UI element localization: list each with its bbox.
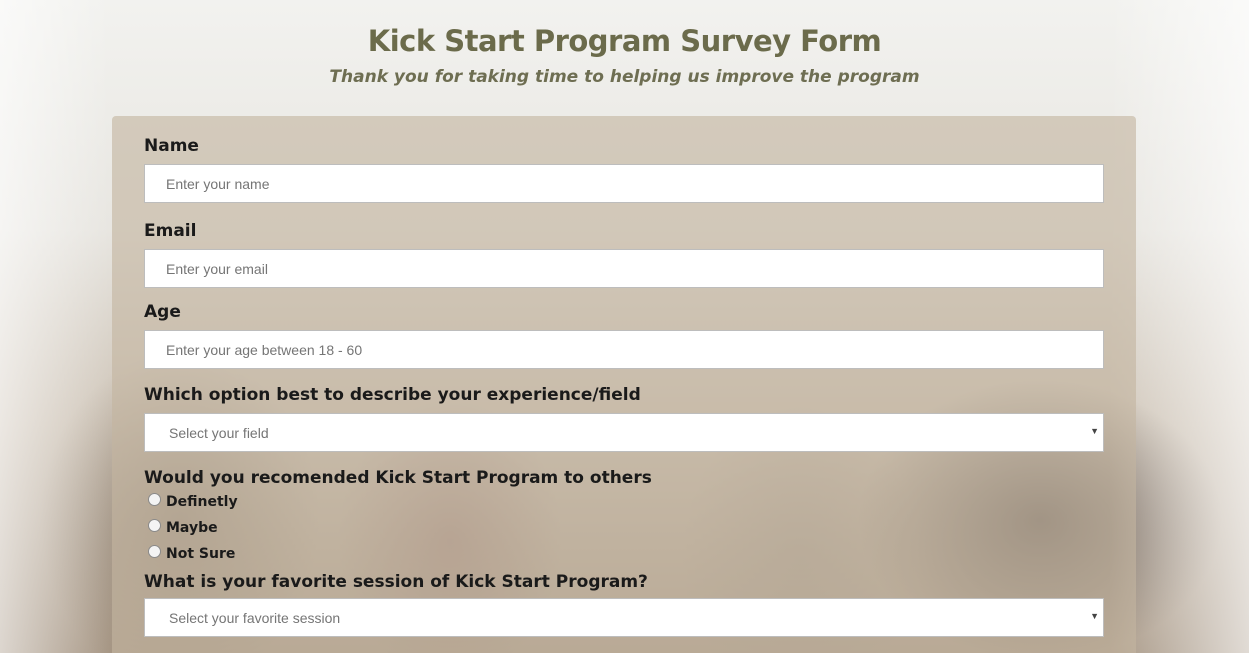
- email-label: Email: [144, 221, 197, 241]
- email-input[interactable]: [144, 249, 1104, 288]
- radio-option-not-sure[interactable]: Not Sure: [148, 544, 236, 563]
- field-label: Which option best to describe your exper…: [144, 385, 641, 405]
- session-label: What is your favorite session of Kick St…: [144, 572, 648, 592]
- radio-option-definetly[interactable]: Definetly: [148, 492, 238, 511]
- name-label: Name: [144, 136, 199, 156]
- field-select[interactable]: Select your field ▼: [144, 413, 1104, 452]
- radio-option-maybe[interactable]: Maybe: [148, 518, 218, 537]
- survey-form: Name Email Age Which option best to desc…: [112, 116, 1136, 653]
- page-title: Kick Start Program Survey Form: [367, 24, 882, 58]
- chevron-down-icon: ▼: [1090, 426, 1099, 436]
- chevron-down-icon: ▼: [1090, 611, 1099, 621]
- radio-button[interactable]: [148, 544, 161, 558]
- name-input[interactable]: [144, 164, 1104, 203]
- field-select-value: Select your field: [169, 424, 269, 441]
- radio-label: Definetly: [166, 494, 238, 510]
- session-select[interactable]: Select your favorite session ▼: [144, 598, 1104, 637]
- radio-button[interactable]: [148, 492, 161, 506]
- age-input[interactable]: [144, 330, 1104, 369]
- age-label: Age: [144, 302, 181, 322]
- radio-button[interactable]: [148, 518, 161, 532]
- page-header: Kick Start Program Survey Form Thank you…: [0, 24, 1249, 87]
- session-select-value: Select your favorite session: [169, 609, 341, 626]
- recommend-label: Would you recomended Kick Start Program …: [144, 468, 652, 488]
- page-subtitle: Thank you for taking time to helping us …: [329, 67, 920, 87]
- radio-label: Maybe: [166, 520, 218, 536]
- radio-label: Not Sure: [166, 546, 236, 562]
